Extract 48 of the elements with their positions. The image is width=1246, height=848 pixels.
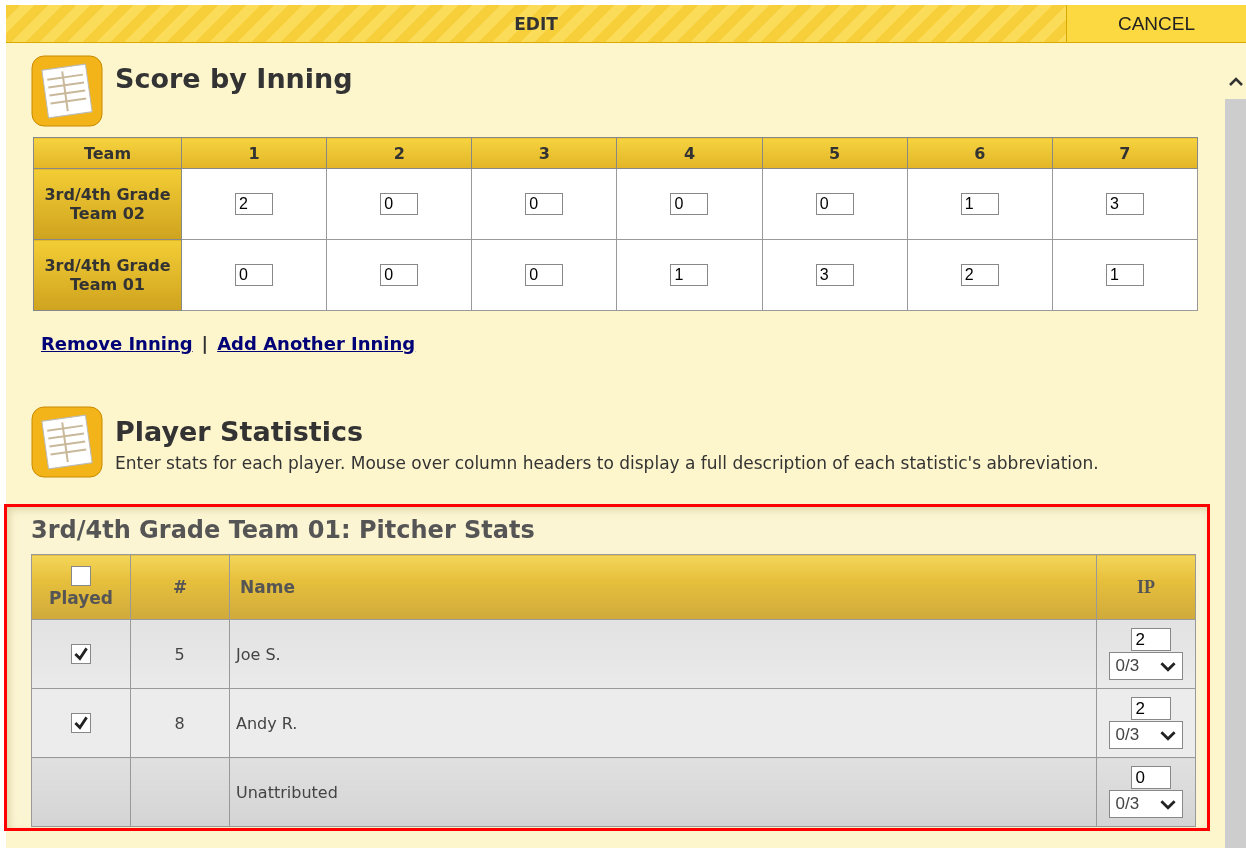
score-input[interactable]: 2 <box>235 193 274 215</box>
column-header: 4 <box>616 137 763 169</box>
section-title: Player Statistics <box>115 416 365 447</box>
column-header: 2 <box>326 137 472 169</box>
player-name: Joe S. <box>236 644 281 664</box>
column-header: 7 <box>1052 137 1198 169</box>
score-input[interactable]: 3 <box>1105 193 1144 215</box>
score-input[interactable]: 2 <box>960 264 999 286</box>
score-input[interactable]: 1 <box>670 264 709 286</box>
link-separator: | <box>201 333 209 354</box>
column-header: 3 <box>471 137 617 169</box>
score-input[interactable]: 0 <box>380 264 419 286</box>
player-name: Andy R. <box>236 713 298 733</box>
team-name: 3rd/4th Grade Team 01 <box>33 239 182 311</box>
team-name: 3rd/4th Grade Team 02 <box>33 168 182 240</box>
score-input[interactable]: 1 <box>1105 264 1144 286</box>
score-input[interactable]: 0 <box>525 264 564 286</box>
inning-link[interactable]: Remove Inning <box>41 333 193 354</box>
column-header: # <box>172 577 188 597</box>
innings-input[interactable]: 0 <box>1130 766 1171 789</box>
fraction-dropdown[interactable]: 0/3 <box>1108 721 1183 749</box>
player-name: Unattributed <box>236 782 338 802</box>
panel-title: 3rd/4th Grade Team 01: Pitcher Stats <box>31 516 536 544</box>
score-input[interactable]: 3 <box>815 264 854 286</box>
score-input[interactable]: 0 <box>525 193 564 215</box>
score-input[interactable]: 0 <box>235 264 274 286</box>
column-header: Played <box>49 588 113 608</box>
innings-input[interactable]: 2 <box>1130 697 1171 720</box>
section-description: Enter stats for each player. Mouse over column headers to display a full description of each statistic's abbreviation. <box>115 453 1099 474</box>
column-header: IP <box>1137 576 1155 597</box>
column-header: 5 <box>762 137 908 169</box>
inning-link[interactable]: Add Another Inning <box>217 333 416 354</box>
score-input[interactable]: 0 <box>380 193 419 215</box>
column-header: 6 <box>907 137 1053 169</box>
fraction-dropdown[interactable]: 0/3 <box>1108 790 1183 818</box>
column-header: Team <box>33 137 182 169</box>
section-title: Score by Inning <box>115 63 353 94</box>
jersey-number: 5 <box>174 644 185 664</box>
column-header: 1 <box>181 137 327 169</box>
column-header: Name <box>240 577 295 597</box>
cancel-button[interactable]: CANCEL <box>1066 5 1246 42</box>
edit-button[interactable]: EDIT <box>6 5 1066 42</box>
score-input[interactable]: 0 <box>670 193 709 215</box>
jersey-number: 8 <box>174 713 185 733</box>
score-input[interactable]: 1 <box>960 193 999 215</box>
innings-input[interactable]: 2 <box>1130 628 1171 651</box>
fraction-dropdown[interactable]: 0/3 <box>1108 652 1183 680</box>
score-input[interactable]: 0 <box>815 193 854 215</box>
